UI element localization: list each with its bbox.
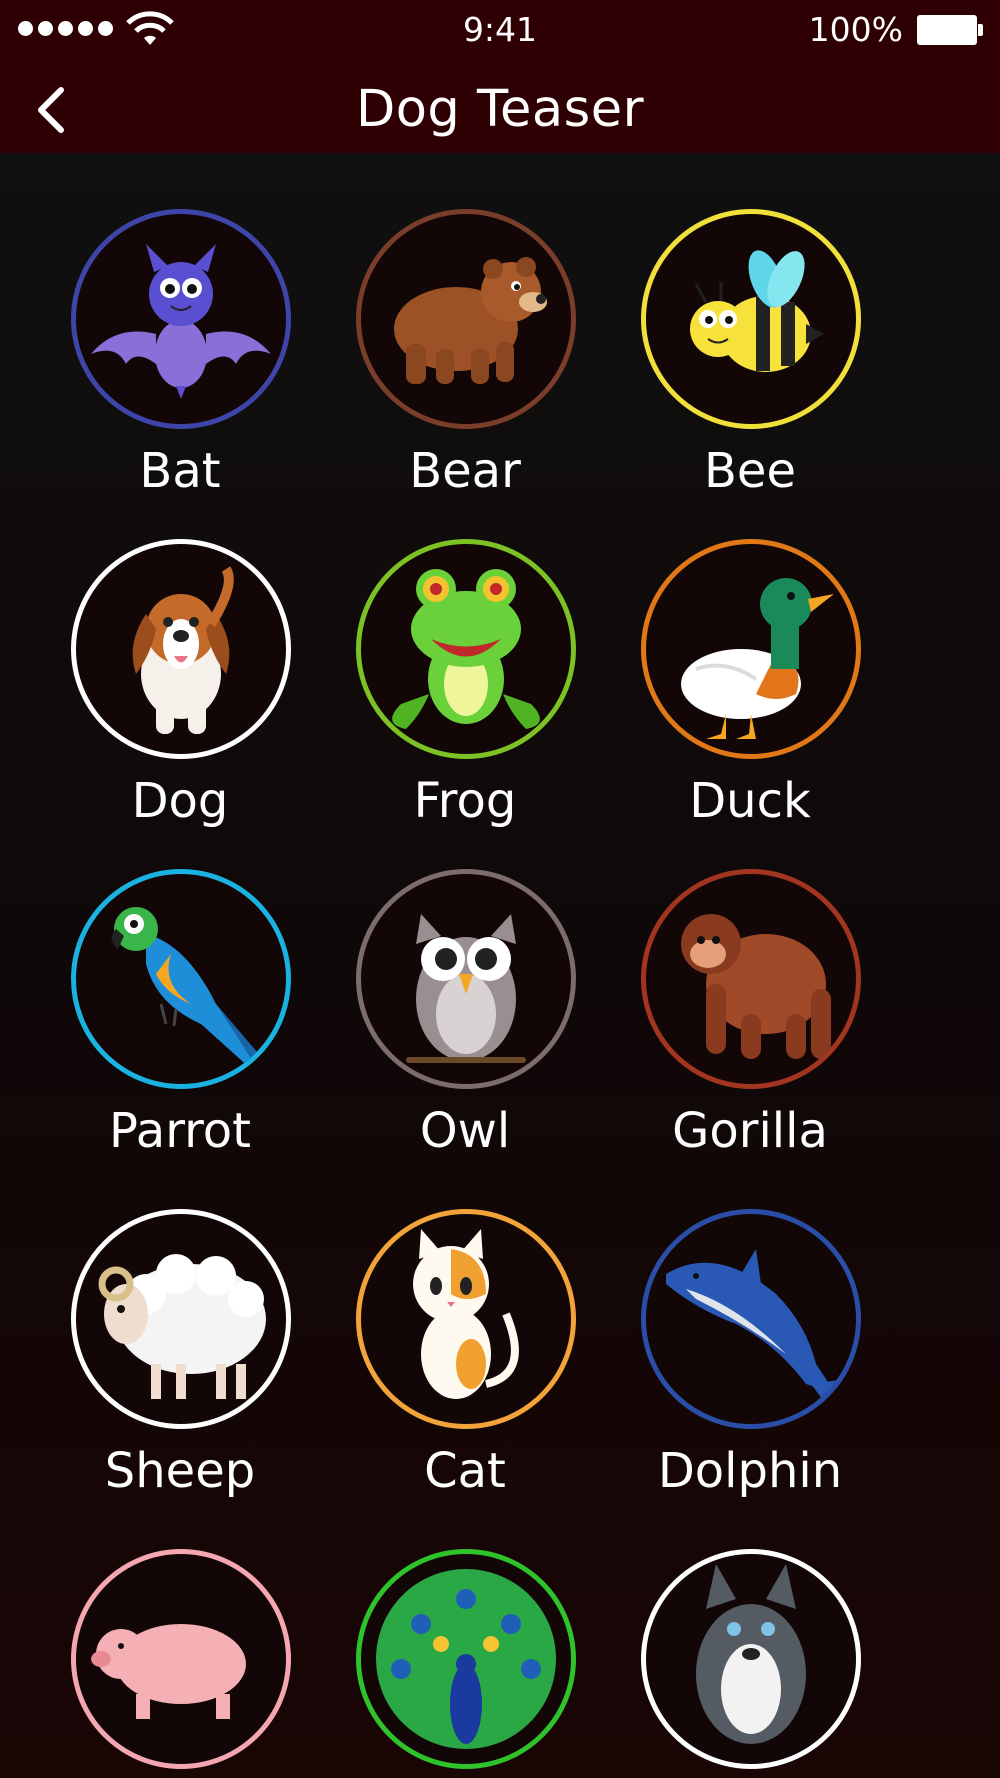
animal-label: Dolphin xyxy=(657,1443,843,1499)
animal-avatar xyxy=(71,1549,291,1769)
animal-tile-husky[interactable] xyxy=(600,1493,900,1778)
husky-icon xyxy=(696,1564,806,1744)
animal-avatar xyxy=(356,209,576,429)
animal-tile-frog[interactable]: Frog xyxy=(315,483,615,829)
animal-label: Cat xyxy=(424,1443,506,1499)
header-bar: 9:41 100% Dog Teaser xyxy=(0,0,1000,153)
duck-icon xyxy=(681,578,834,739)
animal-tile-cat[interactable]: Cat xyxy=(315,1153,615,1499)
status-bar: 9:41 100% xyxy=(0,0,1000,60)
bee-icon xyxy=(690,250,824,372)
cat-icon xyxy=(413,1229,519,1399)
animal-avatar xyxy=(641,1549,861,1769)
animal-tile-bear[interactable]: Bear xyxy=(315,153,615,499)
animal-label: Gorilla xyxy=(672,1103,828,1159)
frog-icon xyxy=(392,569,540,729)
animal-label: Parrot xyxy=(109,1103,251,1159)
animal-avatar xyxy=(356,869,576,1089)
page-title: Dog Teaser xyxy=(355,80,645,139)
animal-tile-parrot[interactable]: Parrot xyxy=(30,813,330,1159)
battery-icon xyxy=(917,15,983,47)
animal-avatar xyxy=(641,869,861,1089)
animal-avatar xyxy=(641,209,861,429)
pig-icon xyxy=(91,1624,246,1719)
animal-avatar xyxy=(641,1209,861,1429)
animal-avatar xyxy=(356,1209,576,1429)
animal-avatar xyxy=(71,1209,291,1429)
animal-label: Owl xyxy=(419,1103,511,1159)
animal-tile-dog[interactable]: Dog xyxy=(30,483,330,829)
animal-tile-duck[interactable]: Duck xyxy=(600,483,900,829)
animal-tile-dolphin[interactable]: Dolphin xyxy=(600,1153,900,1499)
battery-percentage: 100% xyxy=(808,10,903,49)
bat-icon xyxy=(91,244,271,399)
animal-tile-gorilla[interactable]: Gorilla xyxy=(600,813,900,1159)
sheep-icon xyxy=(98,1254,266,1399)
animal-tile-peacock[interactable] xyxy=(315,1493,615,1778)
animal-label: Sheep xyxy=(104,1443,256,1499)
owl-icon xyxy=(406,914,526,1063)
gorilla-icon xyxy=(681,914,831,1059)
animal-avatar xyxy=(71,209,291,429)
parrot-icon xyxy=(111,907,276,1074)
animal-avatar xyxy=(641,539,861,759)
animal-tile-pig[interactable] xyxy=(30,1493,330,1778)
dolphin-icon xyxy=(666,1249,846,1404)
dog-icon xyxy=(132,566,234,734)
animal-tile-sheep[interactable]: Sheep xyxy=(30,1153,330,1499)
animal-avatar xyxy=(71,539,291,759)
bear-icon xyxy=(394,257,547,384)
animal-grid: Bat Bear Bee Dog Frog Duck Parrot Owl Gorilla She… xyxy=(0,153,1000,1778)
animal-tile-bee[interactable]: Bee xyxy=(600,153,900,499)
animal-tile-bat[interactable]: Bat xyxy=(30,153,330,499)
animal-tile-owl[interactable]: Owl xyxy=(315,813,615,1159)
animal-avatar xyxy=(356,539,576,759)
peacock-icon xyxy=(376,1569,556,1749)
animal-avatar xyxy=(71,869,291,1089)
animal-avatar xyxy=(356,1549,576,1769)
